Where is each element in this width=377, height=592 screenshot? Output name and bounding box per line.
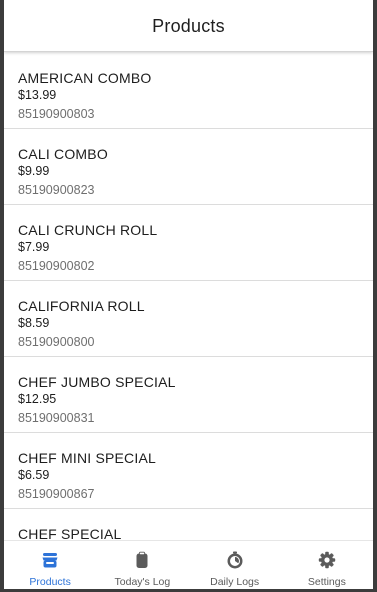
- nav-label-products: Products: [29, 576, 71, 588]
- product-code: 85190900823: [18, 183, 95, 197]
- product-price: $12.95: [18, 392, 57, 406]
- product-price: $9.99: [18, 164, 50, 178]
- product-name: CHEF JUMBO SPECIAL: [18, 374, 176, 390]
- product-name: AMERICAN COMBO: [18, 70, 152, 86]
- product-price: $8.59: [18, 316, 50, 330]
- product-code: 85190900803: [18, 107, 95, 121]
- gear-icon: [317, 550, 337, 570]
- list-item[interactable]: CALIFORNIA ROLL $8.59 85190900800: [4, 281, 373, 357]
- product-name: CHEF SPECIAL: [18, 526, 122, 540]
- app-bar: Products: [4, 0, 373, 52]
- list-item[interactable]: CHEF SPECIAL: [4, 509, 373, 540]
- product-name: CALIFORNIA ROLL: [18, 298, 145, 314]
- timer-icon: [225, 550, 245, 570]
- product-name: CALI COMBO: [18, 146, 108, 162]
- nav-item-products[interactable]: Products: [4, 541, 96, 589]
- nav-label-settings: Settings: [307, 576, 346, 588]
- product-list[interactable]: AMERICAN COMBO $13.99 85190900803 CALI C…: [4, 53, 373, 540]
- app-window: Products AMERICAN COMBO $13.99 851909008…: [4, 0, 373, 589]
- nav-item-settings[interactable]: Settings: [281, 541, 373, 589]
- list-item[interactable]: AMERICAN COMBO $13.99 85190900803: [4, 53, 373, 129]
- product-name: CHEF MINI SPECIAL: [18, 450, 156, 466]
- list-item[interactable]: CHEF MINI SPECIAL $6.59 85190900867: [4, 433, 373, 509]
- product-code: 85190900800: [18, 335, 95, 349]
- nav-item-todays-log[interactable]: Today's Log: [96, 541, 188, 589]
- list-item[interactable]: CALI CRUNCH ROLL $7.99 85190900802: [4, 205, 373, 281]
- product-code: 85190900802: [18, 259, 95, 273]
- bottom-navigation: Products Today's Log Daily Logs Settings: [4, 540, 373, 589]
- nav-label-daily-logs: Daily Logs: [210, 576, 260, 588]
- list-item[interactable]: CALI COMBO $9.99 85190900823: [4, 129, 373, 205]
- product-price: $6.59: [18, 468, 50, 482]
- product-price: $13.99: [18, 88, 57, 102]
- clipboard-icon: [132, 550, 152, 570]
- product-price: $7.99: [18, 240, 50, 254]
- product-name: CALI CRUNCH ROLL: [18, 222, 158, 238]
- store-icon: [40, 550, 60, 570]
- list-item[interactable]: CHEF JUMBO SPECIAL $12.95 85190900831: [4, 357, 373, 433]
- page-title: Products: [152, 16, 225, 36]
- nav-label-todays-log: Today's Log: [114, 576, 171, 588]
- nav-item-daily-logs[interactable]: Daily Logs: [189, 541, 281, 589]
- product-code: 85190900831: [18, 411, 95, 425]
- product-code: 85190900867: [18, 487, 95, 501]
